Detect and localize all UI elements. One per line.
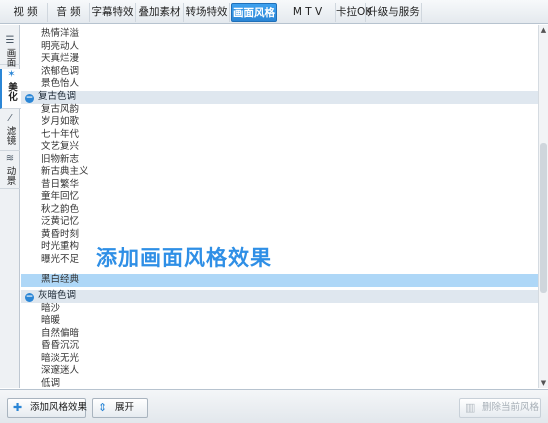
list-item[interactable]: 天真烂漫 [21, 53, 538, 66]
side-tab-label: 动景 [4, 166, 16, 185]
add-style-button[interactable]: ✚ 添加风格效果 [7, 398, 88, 418]
tab-audio[interactable]: 音 频 [48, 3, 90, 22]
expand-arrows-icon: ⇕ [98, 401, 108, 414]
list-item[interactable]: 明亮动人 [21, 41, 538, 54]
group-header-dark[interactable]: − 灰暗色调 [21, 290, 538, 303]
side-tab-motion[interactable]: ≋ 动景 [0, 153, 20, 189]
tab-upgrade-services[interactable]: 升级与服务 [366, 3, 422, 22]
list-item[interactable]: 昏昏沉沉 [21, 340, 538, 353]
expand-label: 展开 [115, 402, 135, 413]
vertical-scrollbar[interactable]: ▲ ▼ [538, 25, 548, 388]
add-style-label: 添加风格效果 [30, 402, 88, 413]
tab-karaoke[interactable]: 卡拉OK [336, 3, 372, 22]
list-item[interactable]: 昔日繁华 [21, 179, 538, 192]
list-item[interactable]: 七十年代 [21, 129, 538, 142]
side-tab-label: 画面 [4, 48, 16, 67]
style-list: 热情洋溢 明亮动人 天真烂漫 浓郁色调 景色怡人 − 复古色调 复古风韵 岁月如歌… [21, 25, 538, 388]
collapse-icon[interactable]: − [25, 94, 34, 103]
list-item[interactable]: 童年回忆 [21, 191, 538, 204]
waves-icon: ≋ [5, 153, 15, 164]
list-item[interactable]: 暗淡无光 [21, 353, 538, 366]
scroll-down-arrow-icon[interactable]: ▼ [539, 378, 548, 388]
scroll-up-arrow-icon[interactable]: ▲ [539, 25, 548, 35]
side-tab-label: 滤镜 [4, 126, 16, 145]
collapse-icon[interactable]: − [25, 293, 34, 302]
expand-button[interactable]: ⇕ 展开 [92, 398, 148, 418]
list-item[interactable]: 复古风韵 [21, 104, 538, 117]
tab-overlay-materials[interactable]: 叠加素材 [136, 3, 184, 22]
filter-wand-icon: ⁄ [9, 113, 11, 124]
list-item[interactable]: 泛黄记忆 [21, 216, 538, 229]
trash-icon: ▥ [465, 401, 476, 414]
list-item-selected[interactable]: 黑白经典 [21, 274, 538, 287]
side-tab-bar: ☰ 画面 ✶ 美化 ⁄ 滤镜 ≋ 动景 [0, 25, 21, 388]
scrollbar-thumb[interactable] [540, 143, 547, 293]
list-item[interactable]: 黄昏时刻 [21, 229, 538, 242]
side-tab-label: 美化 [6, 82, 17, 101]
list-item[interactable]: 低调 [21, 378, 538, 389]
overlay-caption: 添加画面风格效果 [96, 246, 272, 270]
delete-style-label: 删除当前风格 [482, 402, 540, 413]
group-label: 灰暗色调 [38, 290, 77, 301]
side-tab-filter[interactable]: ⁄ 滤镜 [0, 113, 20, 151]
group-header-vintage[interactable]: − 复古色调 [21, 91, 538, 104]
list-item[interactable]: 自然偏暗 [21, 328, 538, 341]
group-label: 复古色调 [38, 91, 77, 102]
list-item[interactable]: 新古典主义 [21, 166, 538, 179]
add-magic-icon: ✚ [13, 401, 23, 414]
list-item[interactable]: 景色怡人 [21, 78, 538, 91]
side-tab-beautify[interactable]: ✶ 美化 [0, 69, 21, 109]
tab-transition-effects[interactable]: 转场特效 [184, 3, 230, 22]
bottom-toolbar: ✚ 添加风格效果 ⇕ 展开 ▥ 删除当前风格 [0, 389, 548, 423]
top-tab-bar: 视 频 音 频 字幕特效 叠加素材 转场特效 画面风格 M T V 卡拉OK 升… [0, 0, 548, 24]
list-item[interactable]: 文艺复兴 [21, 141, 538, 154]
list-item[interactable]: 岁月如歌 [21, 116, 538, 129]
tab-mtv[interactable]: M T V [280, 3, 336, 22]
tab-video[interactable]: 视 频 [4, 3, 48, 22]
tab-subtitle-effects[interactable]: 字幕特效 [90, 3, 136, 22]
list-item[interactable]: 暗沙 [21, 303, 538, 316]
list-icon: ☰ [5, 35, 15, 46]
list-item[interactable]: 深邃迷人 [21, 365, 538, 378]
side-tab-picture[interactable]: ☰ 画面 [0, 35, 20, 67]
list-item[interactable]: 暗暖 [21, 315, 538, 328]
list-item[interactable]: 旧物新志 [21, 154, 538, 167]
delete-style-button[interactable]: ▥ 删除当前风格 [459, 398, 541, 418]
list-item[interactable]: 秋之韵色 [21, 204, 538, 217]
list-item[interactable]: 热情洋溢 [21, 28, 538, 41]
list-item[interactable]: 浓郁色调 [21, 66, 538, 79]
magic-wand-icon: ✶ [7, 69, 16, 80]
tab-picture-style[interactable]: 画面风格 [231, 3, 277, 22]
